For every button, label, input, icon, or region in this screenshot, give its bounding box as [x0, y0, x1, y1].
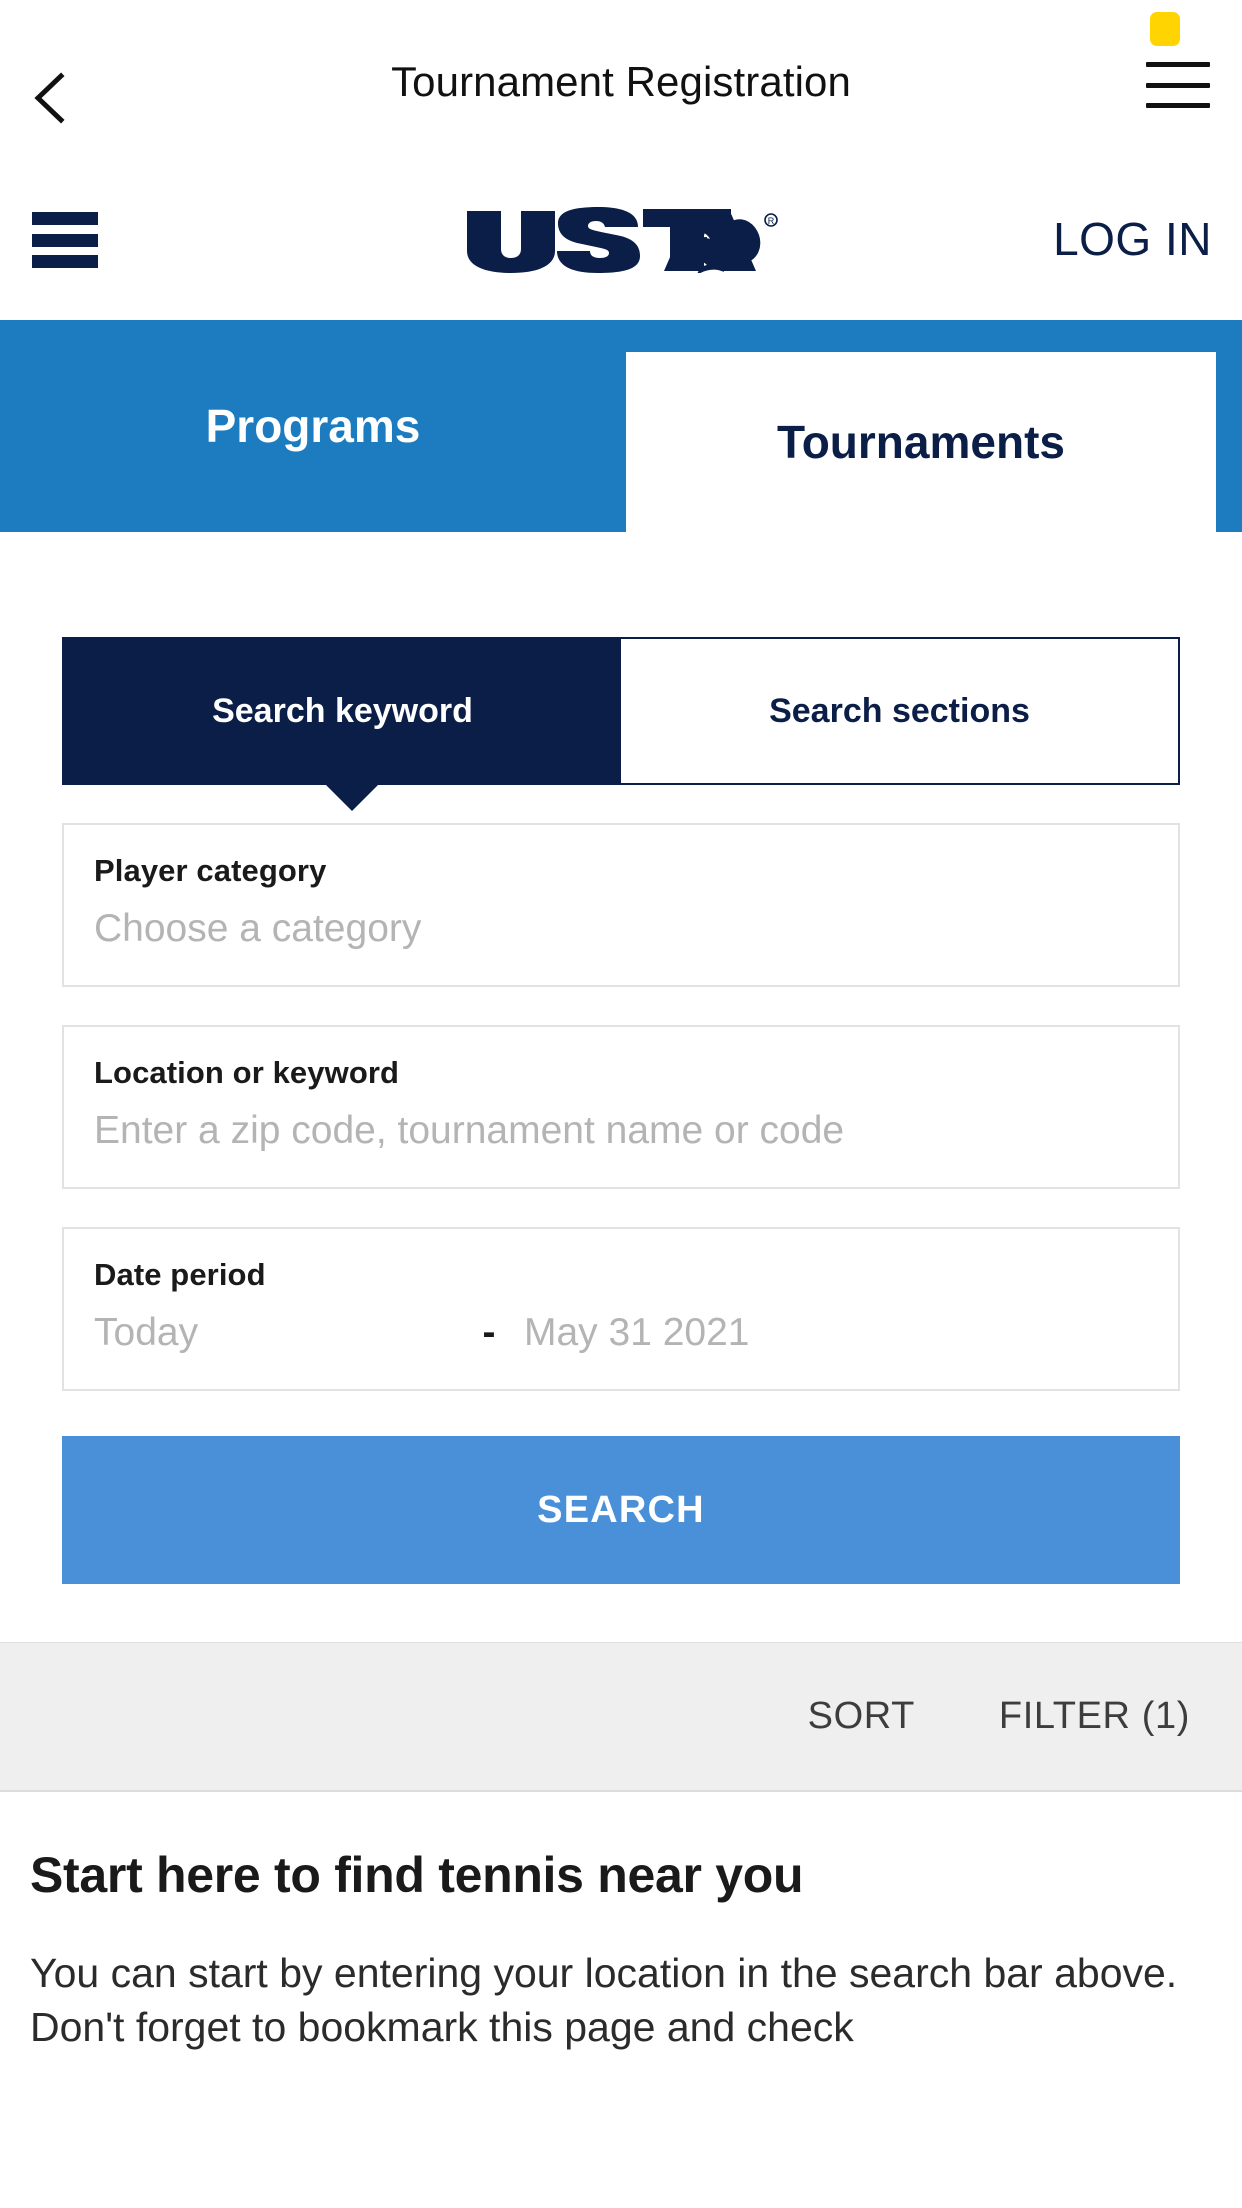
search-button[interactable]: SEARCH: [62, 1436, 1180, 1584]
date-period-row: Today - May 31 2021: [94, 1311, 1148, 1355]
site-nav-menu-button[interactable]: [32, 212, 98, 268]
app-chrome-bar: Tournament Registration: [0, 0, 1242, 160]
intro-heading: Start here to find tennis near you: [30, 1847, 804, 1903]
date-range-separator: -: [482, 1311, 496, 1354]
hamburger-menu-icon-bar-1: [32, 212, 98, 225]
player-category-field[interactable]: Player category Choose a category: [62, 823, 1180, 987]
hamburger-menu-icon-bar-2: [32, 233, 98, 247]
app-menu-button[interactable]: [1146, 62, 1210, 108]
primary-tab-bar: Programs Tournaments: [0, 320, 1242, 532]
status-indicator-badge: [1150, 12, 1180, 46]
date-from-input[interactable]: Today: [94, 1311, 454, 1355]
date-period-field[interactable]: Date period Today - May 31 2021: [62, 1227, 1180, 1391]
tournament-search-panel: Search keyword Search sections Player ca…: [0, 532, 1242, 1584]
intro-section: Start here to find tennis near you You c…: [0, 1792, 1242, 2055]
player-category-input[interactable]: Choose a category: [94, 907, 1148, 951]
active-tab-notch-icon: [322, 781, 382, 811]
sort-button[interactable]: SORT: [808, 1695, 915, 1738]
tab-search-sections[interactable]: Search sections: [621, 639, 1178, 783]
hamburger-menu-icon-bar-2: [1146, 82, 1210, 88]
intro-body-text: You can start by entering your location …: [30, 1950, 1178, 2051]
filter-button[interactable]: FILTER (1): [999, 1695, 1190, 1738]
location-or-keyword-field[interactable]: Location or keyword Enter a zip code, to…: [62, 1025, 1180, 1189]
tab-tournaments[interactable]: Tournaments: [626, 352, 1216, 532]
date-period-label: Date period: [94, 1257, 266, 1292]
player-category-label: Player category: [94, 853, 327, 888]
page-title: Tournament Registration: [391, 58, 851, 105]
hamburger-menu-icon-bar-3: [1146, 103, 1210, 108]
search-mode-toggle: Search keyword Search sections: [62, 637, 1180, 811]
tab-programs[interactable]: Programs: [0, 320, 626, 532]
hamburger-menu-icon-bar-3: [32, 255, 98, 268]
brand-header: R LOG IN: [0, 160, 1242, 320]
sort-filter-bar: SORT FILTER (1): [0, 1642, 1242, 1792]
location-or-keyword-input[interactable]: Enter a zip code, tournament name or cod…: [94, 1109, 1148, 1153]
svg-text:R: R: [768, 216, 775, 226]
usta-logo-icon: R: [461, 207, 781, 273]
hamburger-menu-icon-bar-1: [1146, 62, 1210, 67]
date-to-input[interactable]: May 31 2021: [524, 1311, 750, 1355]
usta-logo[interactable]: R: [451, 205, 791, 275]
login-button[interactable]: LOG IN: [1053, 212, 1212, 266]
tab-search-keyword[interactable]: Search keyword: [64, 639, 621, 783]
location-or-keyword-label: Location or keyword: [94, 1055, 400, 1090]
